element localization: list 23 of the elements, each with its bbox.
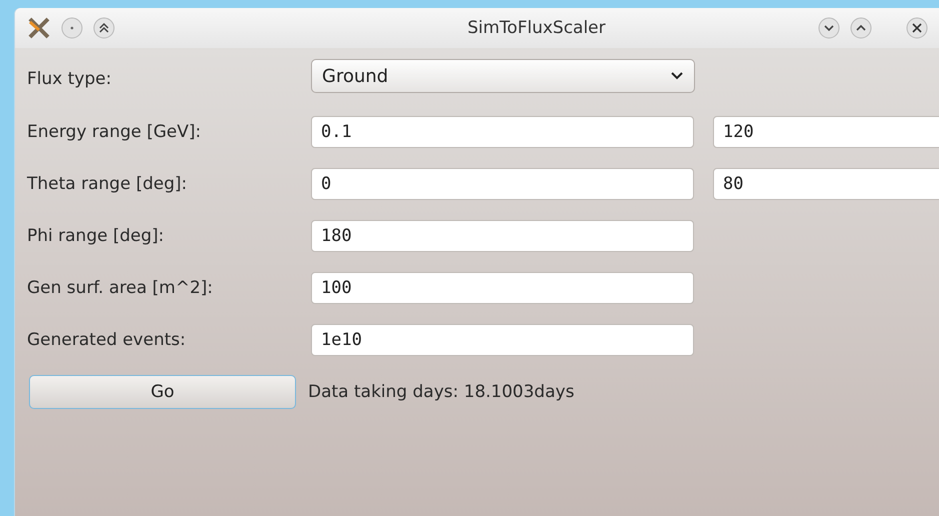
- field-label: Generated events:: [27, 330, 187, 350]
- result-text: Data taking days: 18.1003days: [308, 382, 574, 402]
- input-field[interactable]: 0.1: [311, 116, 694, 148]
- app-icon: [27, 16, 51, 40]
- field-label: Theta range [deg]:: [27, 174, 188, 194]
- field-label: Energy range [GeV]:: [27, 122, 202, 142]
- caret-icon: [670, 71, 684, 81]
- flux-type-dropdown[interactable]: Ground: [311, 59, 695, 93]
- input-field[interactable]: 180: [311, 220, 694, 252]
- minimize-button[interactable]: [818, 17, 840, 39]
- field-label: Flux type:: [27, 69, 112, 89]
- go-button[interactable]: Go: [29, 375, 296, 409]
- field-label: Phi range [deg]:: [27, 226, 166, 246]
- input-field[interactable]: 1e10: [311, 324, 694, 356]
- close-button[interactable]: [906, 17, 928, 39]
- input-field[interactable]: 80: [713, 168, 939, 200]
- field-label: Gen surf. area [m^2]:: [27, 278, 214, 298]
- input-field[interactable]: 100: [311, 272, 694, 304]
- maximize-button[interactable]: [850, 17, 872, 39]
- shade-button[interactable]: [93, 17, 115, 39]
- input-field[interactable]: 0: [311, 168, 694, 200]
- input-field[interactable]: 120: [713, 116, 939, 148]
- window-title: SimToFluxScaler: [466, 18, 607, 38]
